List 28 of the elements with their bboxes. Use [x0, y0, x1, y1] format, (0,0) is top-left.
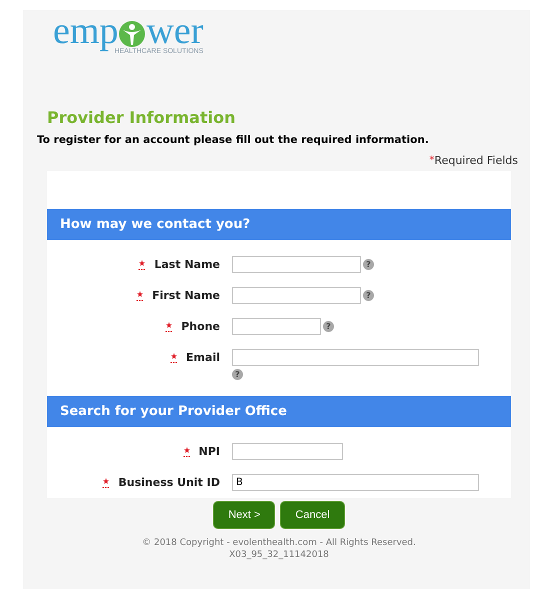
required-mark: *	[429, 154, 434, 168]
field-label: Last Name	[154, 257, 220, 273]
input-field[interactable]: B	[232, 474, 479, 492]
field-label: NPI	[198, 444, 220, 460]
input-field[interactable]	[232, 349, 479, 366]
form-button[interactable]: Cancel	[280, 501, 345, 530]
input-field[interactable]	[232, 443, 343, 460]
field-label: Email	[186, 350, 220, 366]
help-button[interactable]: ?	[323, 321, 334, 332]
footer-text: X03_95_32_11142018	[229, 549, 329, 562]
section-header: How may we contact you?	[47, 209, 511, 240]
intro-text: To register for an account please fill out the required information.	[37, 133, 430, 148]
required-note: Required Fields	[434, 152, 518, 169]
field-label: First Name	[152, 288, 220, 304]
input-field[interactable]	[232, 256, 361, 274]
help-button[interactable]: ?	[363, 290, 374, 302]
footer-text: © 2018 Copyright - evolenthealth.com - All Rights Reserved.	[142, 537, 416, 550]
input-field[interactable]	[232, 287, 361, 304]
page-title: Provider Information	[47, 107, 236, 129]
help-button[interactable]: ?	[363, 259, 374, 270]
logo-text: wer	[146, 14, 204, 48]
logo-figure-icon	[118, 20, 146, 48]
form-button[interactable]: Next >	[213, 501, 276, 530]
field-label: Phone	[181, 319, 220, 335]
section-header: Search for your Provider Office	[47, 396, 511, 428]
field-label: Business Unit ID	[118, 475, 220, 491]
input-field[interactable]	[232, 318, 321, 336]
help-button[interactable]: ?	[232, 369, 243, 380]
